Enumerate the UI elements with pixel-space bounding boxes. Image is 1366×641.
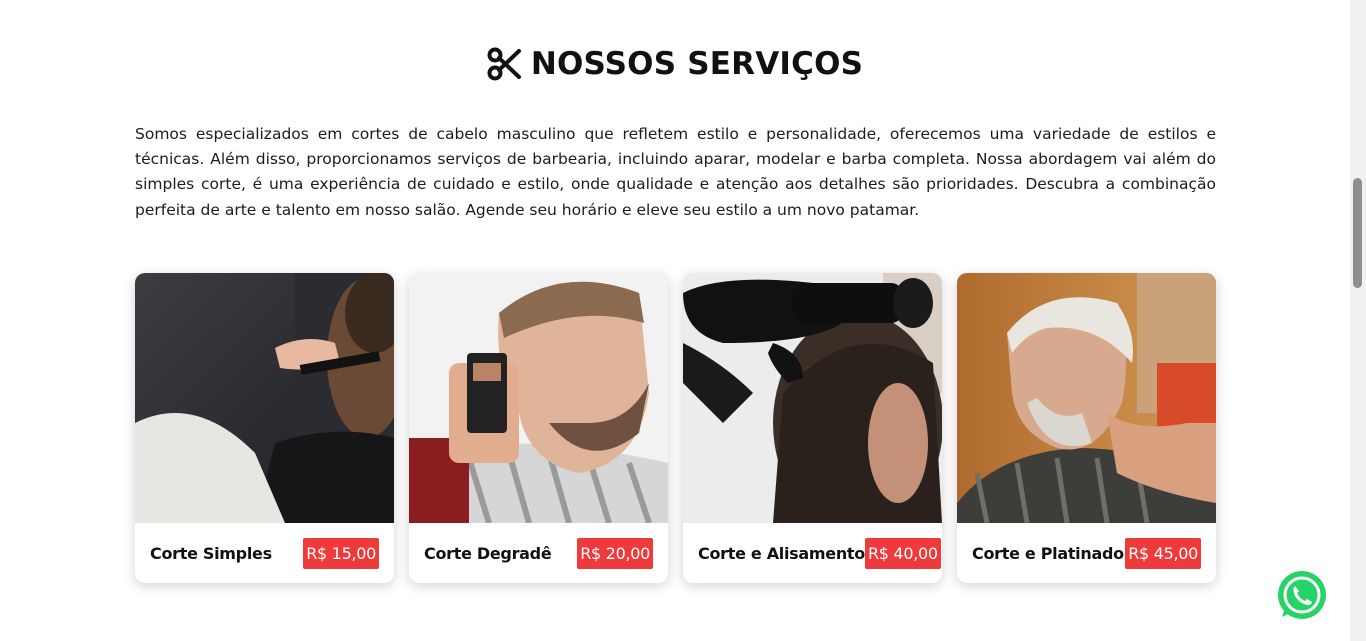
card-footer: Corte e Alisamento R$ 40,00 [683,523,942,583]
price-badge: R$ 15,00 [303,537,379,569]
service-card[interactable]: Corte Simples R$ 15,00 [135,273,394,583]
service-photo-corte-simples [135,273,394,523]
whatsapp-icon[interactable] [1276,569,1328,621]
page-title: NOSSOS SERVIÇOS [530,46,864,82]
services-page: NOSSOS SERVIÇOS Somos especializados em … [0,0,1366,641]
service-photo-corte-alisamento [683,273,942,523]
scissors-icon [487,47,521,81]
card-footer: Corte Degradê R$ 20,00 [409,523,668,583]
scrollbar[interactable] [1350,0,1366,641]
card-footer: Corte e Platinado R$ 45,00 [957,523,1216,583]
service-card[interactable]: Corte e Alisamento R$ 40,00 [683,273,942,583]
service-name: Corte e Platinado [972,543,1124,563]
service-card[interactable]: Corte Degradê R$ 20,00 [409,273,668,583]
price-badge: R$ 45,00 [1125,537,1201,569]
price-badge: R$ 20,00 [577,537,653,569]
services-description: Somos especializados em cortes de cabelo… [135,125,1216,219]
service-name: Corte Degradê [424,543,552,563]
service-card[interactable]: Corte e Platinado R$ 45,00 [957,273,1216,583]
price-badge: R$ 40,00 [864,537,941,569]
service-photo-corte-platinado [957,273,1216,523]
scrollbar-thumb[interactable] [1353,178,1362,288]
service-name: Corte e Alisamento [698,543,865,563]
card-footer: Corte Simples R$ 15,00 [135,523,394,583]
service-photo-corte-degrade [409,273,668,523]
section-title: NOSSOS SERVIÇOS [0,46,1350,82]
service-cards: Corte Simples R$ 15,00 Corte Degradê R$ … [135,273,1216,583]
service-name: Corte Simples [150,543,272,563]
